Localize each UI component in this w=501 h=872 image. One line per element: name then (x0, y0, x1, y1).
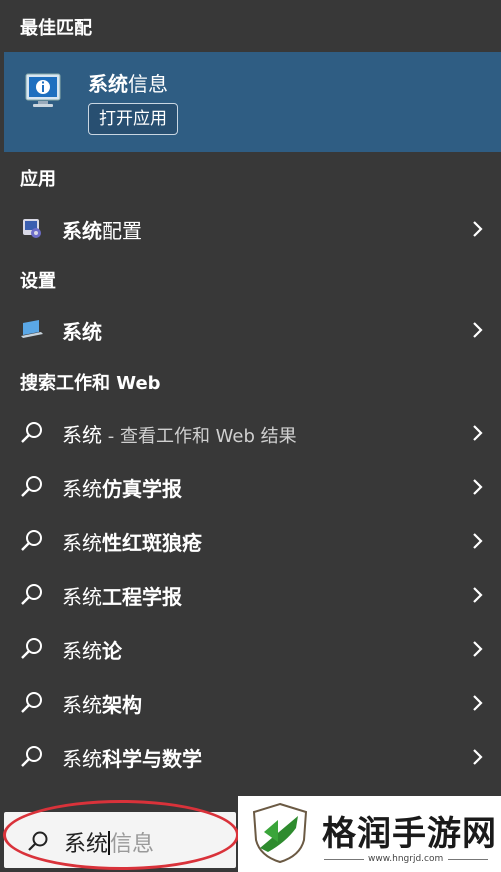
system-config-icon (23, 219, 41, 238)
site-logo-icon (252, 802, 308, 864)
result-label: 系统工程学报 (62, 585, 182, 609)
search-icon (21, 692, 42, 713)
open-app-button[interactable]: 打开应用 (88, 103, 178, 135)
web-result-item[interactable]: 系统论 (0, 625, 501, 673)
web-result-item[interactable]: 系统仿真学报 (0, 463, 501, 511)
result-label: 系统科学与数学 (62, 747, 202, 771)
result-label: 系统仿真学报 (62, 477, 182, 501)
web-result-item[interactable]: 系统性红斑狼疮 (0, 517, 501, 565)
best-match-title: 系统信息 (88, 72, 168, 96)
result-label: 系统论 (62, 639, 122, 663)
best-match-item[interactable]: 系统信息 打开应用 (4, 52, 501, 152)
chevron-right-icon[interactable] (467, 531, 487, 551)
section-header-settings: 设置 (20, 271, 56, 292)
laptop-system-icon (21, 320, 43, 338)
section-header-web: 搜索工作和 Web (20, 373, 161, 394)
watermark-url: www.hngrjd.com (368, 854, 444, 864)
search-results-panel: 最佳匹配 系统信息 打开应用 应用 系统配置 设置 系统 搜索工作和 Web 系… (0, 0, 501, 872)
annotation-circle (3, 800, 239, 870)
divider (324, 859, 364, 860)
chevron-right-icon[interactable] (467, 639, 487, 659)
result-label: 系统架构 (62, 693, 142, 717)
watermark: 格润手游网 www.hngrjd.com (238, 796, 501, 872)
section-header-best-match: 最佳匹配 (20, 18, 92, 39)
app-result-system-config[interactable]: 系统配置 (0, 205, 501, 253)
search-icon (21, 638, 42, 659)
watermark-title: 格润手游网 (322, 814, 497, 854)
web-result-item[interactable]: 系统科学与数学 (0, 733, 501, 781)
web-result-item[interactable]: 系统 - 查看工作和 Web 结果 (0, 409, 501, 457)
web-result-item[interactable]: 系统工程学报 (0, 571, 501, 619)
settings-result-system[interactable]: 系统 (0, 306, 501, 354)
chevron-right-icon[interactable] (467, 219, 487, 239)
result-label: 系统 - 查看工作和 Web 结果 (62, 423, 297, 447)
chevron-right-icon[interactable] (467, 693, 487, 713)
chevron-right-icon[interactable] (467, 423, 487, 443)
chevron-right-icon[interactable] (467, 477, 487, 497)
result-label: 系统配置 (62, 219, 142, 243)
system-information-icon (25, 73, 61, 107)
result-label: 系统性红斑狼疮 (62, 531, 202, 555)
search-icon (21, 746, 42, 767)
search-icon (21, 530, 42, 551)
divider (448, 859, 488, 860)
chevron-right-icon[interactable] (467, 320, 487, 340)
section-header-apps: 应用 (20, 169, 56, 190)
web-result-item[interactable]: 系统架构 (0, 679, 501, 727)
chevron-right-icon[interactable] (467, 747, 487, 767)
result-label: 系统 (62, 320, 102, 344)
chevron-right-icon[interactable] (467, 585, 487, 605)
search-icon (21, 422, 42, 443)
search-icon (21, 584, 42, 605)
search-icon (21, 476, 42, 497)
